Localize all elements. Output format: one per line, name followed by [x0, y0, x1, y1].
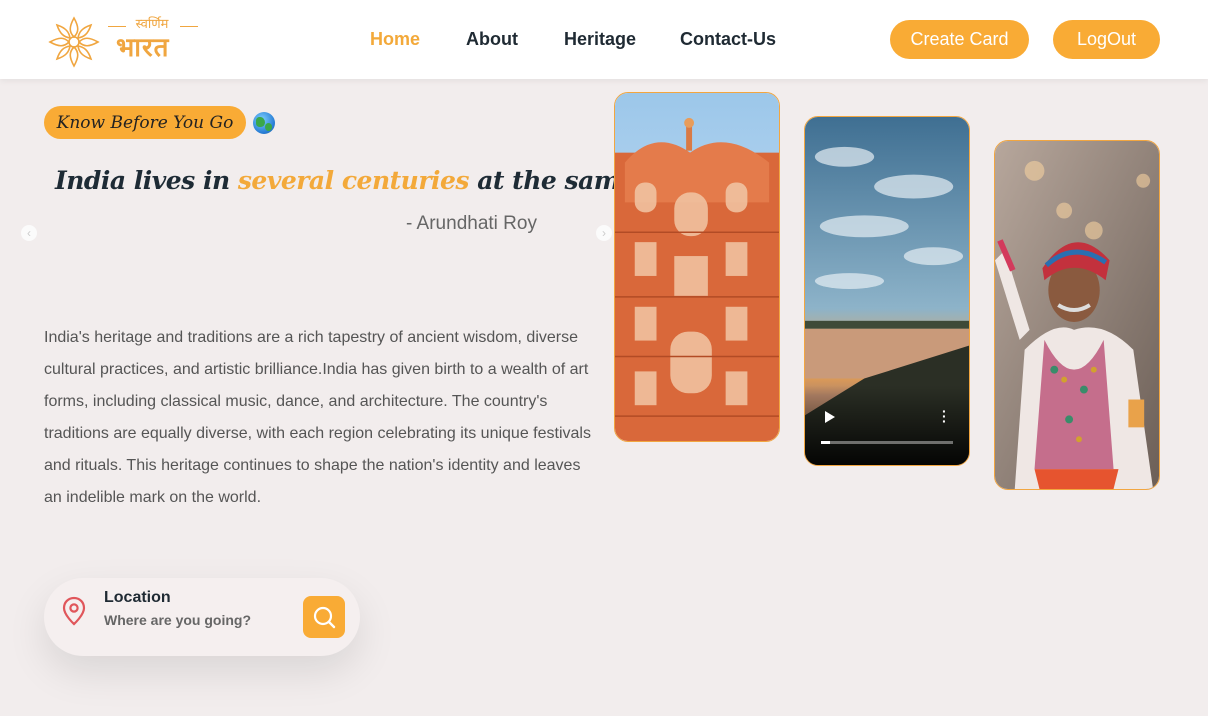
video-progress-bar[interactable] — [821, 441, 953, 444]
quote-author: - Arundhati Roy — [406, 213, 537, 234]
location-input[interactable] — [104, 611, 284, 629]
video-play-icon[interactable] — [825, 411, 835, 423]
quote-highlight: several centuries — [237, 166, 470, 195]
heritage-video-card[interactable]: · · · — [804, 116, 970, 466]
location-search-box: Location — [44, 578, 360, 656]
heritage-description: India's heritage and traditions are a ri… — [44, 329, 591, 506]
video-menu-icon[interactable]: · · · — [942, 404, 947, 428]
video-progress-fill — [821, 441, 831, 444]
top-header: स्वर्णिम भारत Home About Heritage Contac… — [0, 0, 1208, 79]
location-search-button[interactable] — [303, 596, 345, 638]
rajasthani-performer-image — [995, 141, 1159, 489]
location-label: Location — [104, 589, 171, 606]
know-before-you-go-badge: Know Before You Go — [44, 106, 246, 139]
heritage-card-palace[interactable] — [614, 92, 780, 442]
search-icon — [313, 606, 336, 629]
heritage-card-performer[interactable] — [994, 140, 1160, 490]
mandala-logo-icon — [48, 16, 100, 68]
carousel-next-arrow-icon[interactable]: › — [596, 225, 612, 241]
logout-button[interactable]: LogOut — [1053, 20, 1160, 59]
nav-contact-us[interactable]: Contact-Us — [680, 29, 776, 50]
nav-heritage[interactable]: Heritage — [564, 29, 636, 50]
hawa-mahal-image — [615, 93, 779, 441]
create-card-button[interactable]: Create Card — [890, 20, 1029, 59]
quote-text-start: India lives in — [55, 166, 238, 195]
nav-home[interactable]: Home — [370, 29, 420, 50]
carousel-prev-arrow-icon[interactable]: ‹ — [21, 225, 37, 241]
globe-icon — [253, 112, 275, 134]
logo-main-text: भारत — [116, 33, 170, 63]
location-pin-icon — [62, 596, 86, 626]
nav-about[interactable]: About — [466, 29, 518, 50]
